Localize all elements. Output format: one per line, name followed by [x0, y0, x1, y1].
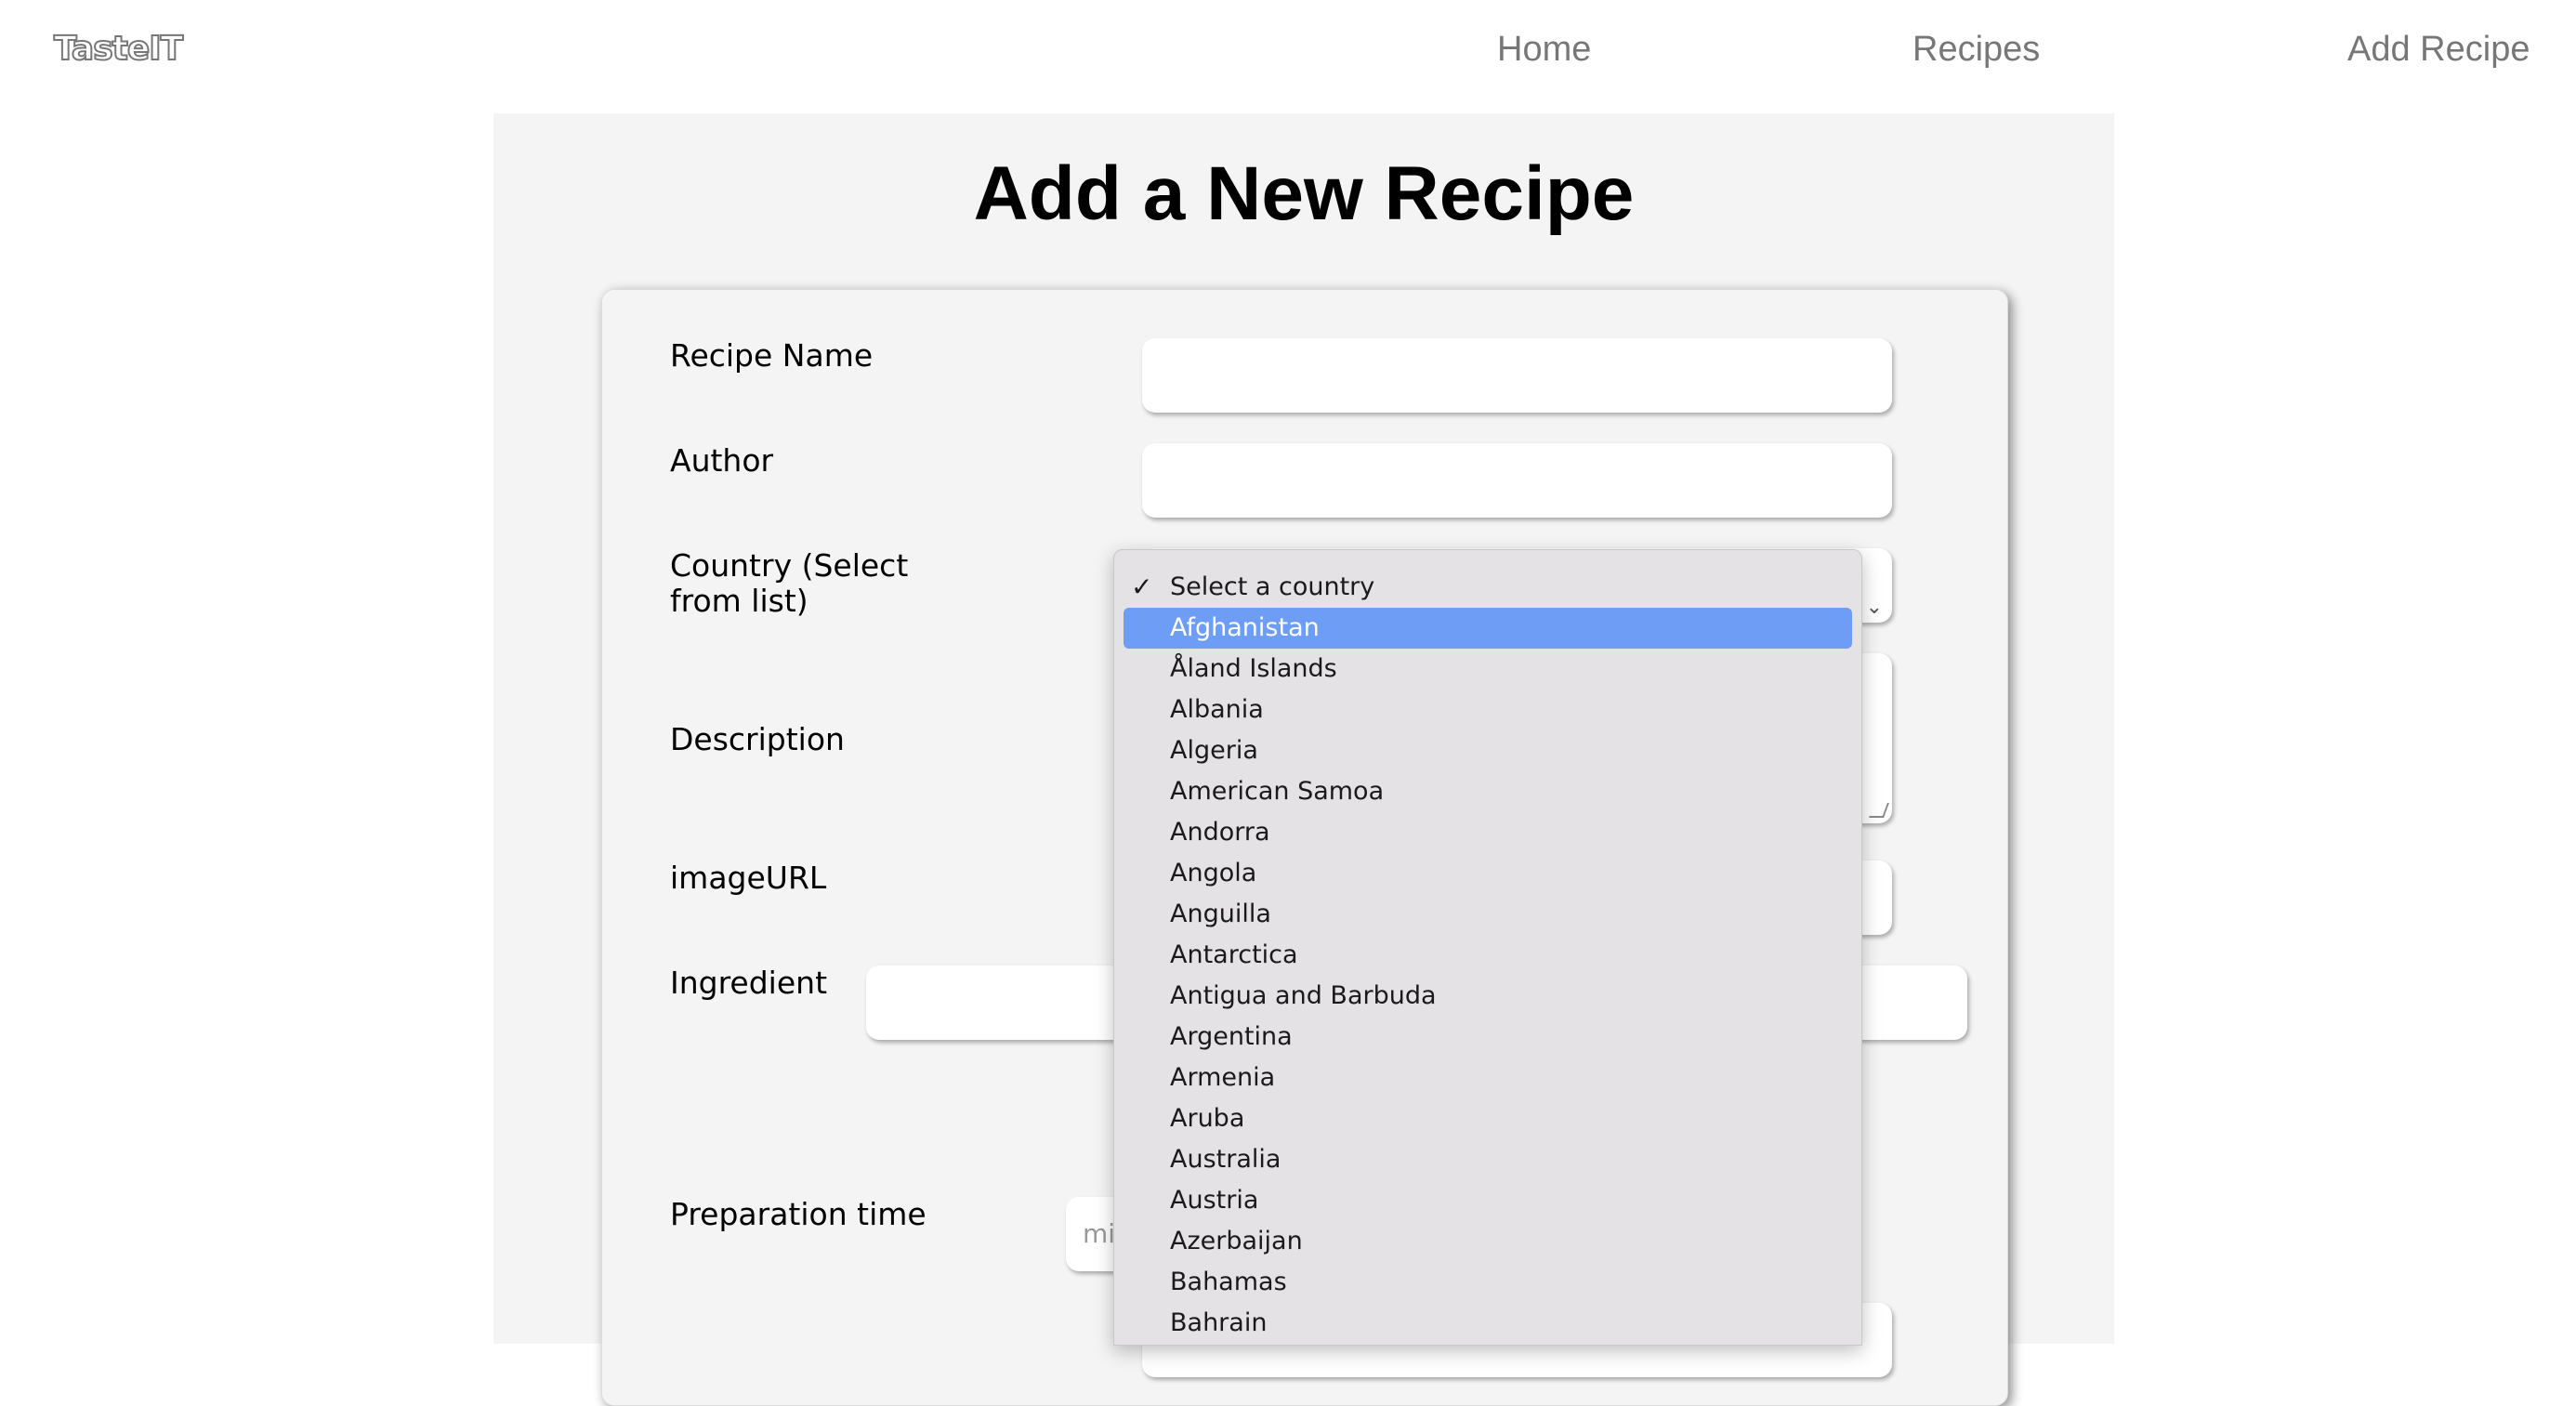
dropdown-option-label: Armenia — [1170, 1063, 1276, 1092]
country-dropdown-menu[interactable]: ✓ Select a country Afghanistan Åland Isl… — [1113, 549, 1862, 1346]
dropdown-option-label: Antigua and Barbuda — [1170, 981, 1437, 1010]
ingredient-label: Ingredient — [670, 965, 828, 1001]
dropdown-option[interactable]: Åland Islands — [1124, 649, 1852, 690]
checkmark-icon: ✓ — [1131, 572, 1153, 602]
recipe-name-input[interactable] — [1142, 338, 1892, 413]
dropdown-option-label: American Samoa — [1170, 777, 1385, 806]
dropdown-option[interactable]: Andorra — [1124, 812, 1852, 853]
dropdown-option-label: Afghanistan — [1170, 613, 1320, 642]
dropdown-option[interactable]: Angola — [1124, 853, 1852, 894]
country-label: Country (Select from list) — [670, 547, 909, 619]
dropdown-option[interactable]: Albania — [1124, 690, 1852, 730]
author-input[interactable] — [1142, 443, 1892, 518]
dropdown-option[interactable]: Anguilla — [1124, 894, 1852, 935]
dropdown-option-label: Algeria — [1170, 736, 1258, 765]
dropdown-option-label: Albania — [1170, 695, 1264, 724]
dropdown-option-label: Select a country — [1170, 572, 1375, 601]
nav-home[interactable]: Home — [1497, 30, 1591, 70]
dropdown-option-highlighted[interactable]: Afghanistan — [1124, 608, 1852, 649]
dropdown-option-label: Anguilla — [1170, 900, 1271, 928]
dropdown-option[interactable]: Argentina — [1124, 1017, 1852, 1058]
dropdown-option-label: Australia — [1170, 1145, 1281, 1174]
dropdown-option[interactable]: Armenia — [1124, 1058, 1852, 1098]
dropdown-option-label: Azerbaijan — [1170, 1227, 1303, 1255]
description-label: Description — [670, 721, 845, 757]
author-label: Author — [670, 442, 774, 479]
recipe-name-label: Recipe Name — [670, 337, 874, 374]
logo[interactable]: TasteIT — [53, 29, 184, 69]
nav-recipes[interactable]: Recipes — [1912, 30, 2040, 70]
image-url-label: imageURL — [670, 860, 827, 896]
dropdown-option[interactable]: American Samoa — [1124, 771, 1852, 812]
dropdown-option-label: Åland Islands — [1170, 654, 1337, 683]
dropdown-option-label: Austria — [1170, 1186, 1259, 1215]
dropdown-option-label: Antarctica — [1170, 940, 1298, 969]
dropdown-option-label: Angola — [1170, 859, 1257, 887]
dropdown-option[interactable]: Australia — [1124, 1139, 1852, 1180]
dropdown-option[interactable]: Aruba — [1124, 1098, 1852, 1139]
resize-grip-icon[interactable] — [1869, 803, 1889, 818]
prep-time-label: Preparation time — [670, 1196, 927, 1232]
dropdown-option-placeholder[interactable]: ✓ Select a country — [1124, 567, 1852, 608]
chevron-down-icon: ⌄ — [1865, 596, 1883, 619]
dropdown-option[interactable]: Antarctica — [1124, 935, 1852, 976]
dropdown-option[interactable]: Azerbaijan — [1124, 1221, 1852, 1262]
dropdown-option-label: Aruba — [1170, 1104, 1245, 1133]
nav-add-recipe[interactable]: Add Recipe — [2347, 30, 2530, 70]
dropdown-option-label: Andorra — [1170, 818, 1270, 847]
dropdown-option[interactable]: Bahamas — [1124, 1262, 1852, 1303]
dropdown-option-label: Bahrain — [1170, 1308, 1268, 1337]
dropdown-option-label: Bahamas — [1170, 1268, 1287, 1296]
dropdown-option[interactable]: Algeria — [1124, 730, 1852, 771]
page-title: Add a New Recipe — [973, 151, 1635, 236]
dropdown-option[interactable]: Bahrain — [1124, 1303, 1852, 1344]
dropdown-option[interactable]: Austria — [1124, 1180, 1852, 1221]
dropdown-option-label: Argentina — [1170, 1022, 1293, 1051]
dropdown-option[interactable]: Antigua and Barbuda — [1124, 976, 1852, 1017]
